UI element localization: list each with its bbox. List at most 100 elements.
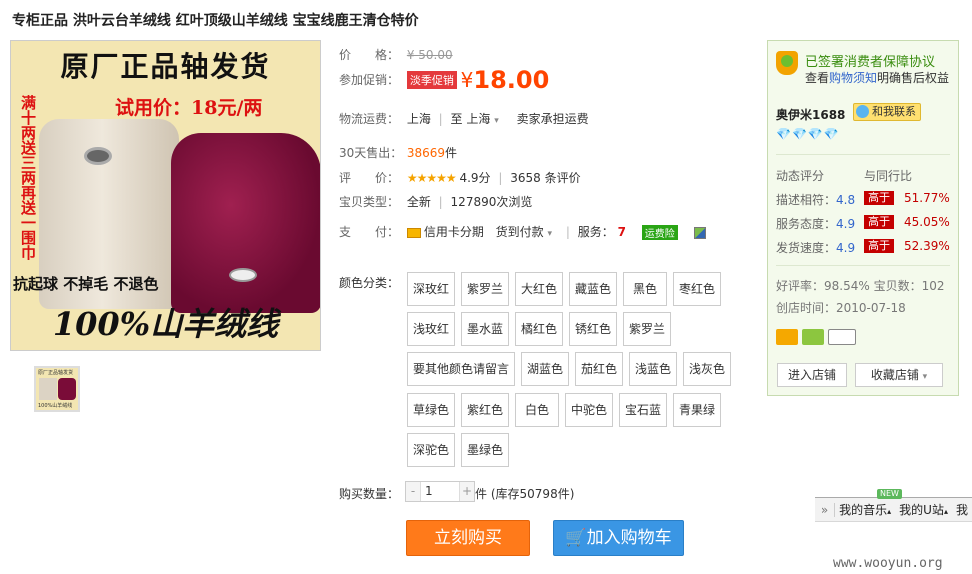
rating-row-description: 描述相符：4.8 高于 51.77% — [776, 191, 950, 207]
sales-count: 38669 — [406, 146, 446, 160]
buy-now-button[interactable]: 立刻购买 — [406, 520, 530, 556]
original-price: ¥ 50.00 — [406, 48, 453, 62]
rating-label: 评 价： — [339, 171, 400, 185]
color-option[interactable]: 茄红色 — [575, 352, 623, 386]
promo-label: 参加促销： — [339, 72, 400, 87]
seller-badges — [776, 329, 856, 345]
color-option[interactable]: 深驼色 — [407, 433, 455, 467]
views-count: 127890次浏览 — [450, 195, 533, 209]
price-row: 价 格： ¥ 50.00 — [339, 46, 453, 63]
cart-icon: 🛒 — [565, 528, 587, 548]
guarantee-sub: 查看购物须知明确售后权益 — [805, 71, 950, 85]
chevron-down-icon: ▾ — [494, 116, 499, 126]
quantity-label: 购买数量： — [339, 487, 400, 501]
shipping-from: 上海 — [406, 112, 431, 126]
stock-info: 件 (库存50798件) — [475, 485, 574, 502]
color-option[interactable]: 要其他颜色请留言 — [407, 352, 515, 386]
installment-option[interactable]: 信用卡分期 — [424, 225, 484, 239]
rating-stars: ★★★★★ — [406, 171, 457, 185]
color-option[interactable]: 宝石蓝 — [619, 393, 667, 427]
color-option[interactable]: 湖蓝色 — [521, 352, 569, 386]
watermark: www.wooyun.org — [833, 556, 943, 571]
color-option[interactable]: 深玫红 — [407, 272, 455, 306]
color-option[interactable]: 紫罗兰 — [461, 272, 509, 306]
product-main-image[interactable]: 原厂正品轴发货 满十两送三两再送一围巾 试用价：18元/两 抗起球 不掉毛 不退… — [10, 40, 321, 351]
shipping-to-select[interactable]: 上海 ▾ — [466, 112, 498, 126]
color-option[interactable]: 黑色 — [623, 272, 667, 306]
color-option[interactable]: 青果绿 — [673, 393, 721, 427]
color-option[interactable]: 墨绿色 — [461, 433, 509, 467]
contact-seller-button[interactable]: 和我联系 — [853, 103, 921, 121]
color-option[interactable]: 枣红色 — [673, 272, 721, 306]
rating-header: 动态评分 与同行比 — [776, 169, 913, 183]
price-label: 价 格： — [339, 48, 400, 62]
praise-rate: 好评率：98.54% 宝贝数：102 — [776, 279, 945, 293]
color-option[interactable]: 草绿色 — [407, 393, 455, 427]
rating-count-link[interactable]: 3658 条评价 — [510, 171, 580, 185]
new-badge: NEW — [877, 489, 902, 499]
bottom-toolbar: » NEW 我的音乐▴ 我的U站▴ 我 — [815, 489, 972, 522]
color-option[interactable]: 橘红色 — [515, 312, 563, 346]
enter-shop-button[interactable]: 进入店铺 — [777, 363, 847, 387]
my-u-menu[interactable]: 我的U站▴ — [895, 501, 952, 518]
image-side-text: 满十两送三两再送一围巾 — [19, 95, 37, 260]
shipping-to-prefix: 至 — [450, 112, 463, 126]
rating-row: 评 价： ★★★★★ 4.9分 | 3658 条评价 — [339, 171, 581, 185]
my-music-menu[interactable]: 我的音乐▴ — [835, 501, 895, 518]
credit-card-icon — [406, 227, 421, 238]
rating-score: 4.9分 — [459, 171, 491, 185]
promo-yen: ¥ — [460, 68, 474, 92]
color-option[interactable]: 白色 — [515, 393, 559, 427]
sales-label: 30天售出： — [339, 146, 403, 160]
shipping-insurance-badge[interactable]: 运费险 — [641, 225, 678, 240]
color-option[interactable]: 中驼色 — [565, 393, 613, 427]
consumer-guarantee-icon — [776, 51, 798, 75]
color-option[interactable]: 浅灰色 — [683, 352, 731, 386]
quantity-minus-button[interactable]: - — [406, 482, 420, 501]
seller-name[interactable]: 奥伊米1688 — [776, 106, 845, 123]
gift-icon — [802, 329, 824, 345]
favorite-shop-button[interactable]: 收藏店铺 ▾ — [855, 363, 943, 387]
quantity-input[interactable]: 1 — [420, 482, 460, 501]
product-thumbnail[interactable]: 原厂正品轴发货 100%山羊绒线 — [34, 366, 80, 412]
chevron-down-icon: ▾ — [922, 372, 928, 382]
color-option[interactable]: 大红色 — [515, 272, 563, 306]
thumb-bottom-text: 100%山羊绒线 — [38, 403, 73, 409]
color-label: 颜色分类： — [339, 276, 400, 290]
shop-created: 创店时间：2010-07-18 — [776, 301, 906, 315]
image-bottom-text: 100%山羊绒线 — [52, 305, 279, 343]
certificate-icon — [828, 329, 856, 345]
seller-panel: 已签署消费者保障协议 查看购物须知明确售后权益 奥伊米1688 和我联系 💎💎💎… — [767, 40, 959, 396]
color-option[interactable]: 紫罗兰 — [623, 312, 671, 346]
quantity-plus-button[interactable]: + — [460, 482, 474, 501]
sales-unit: 件 — [445, 146, 458, 160]
color-option[interactable]: 紫红色 — [461, 393, 509, 427]
my-more-menu[interactable]: 我 — [952, 501, 972, 518]
cod-option[interactable]: 货到付款 ▾ — [496, 225, 552, 239]
shipping-note: 卖家承担运费 — [516, 112, 589, 126]
color-option[interactable]: 藏蓝色 — [569, 272, 617, 306]
guarantee-title: 已签署消费者保障协议 — [805, 55, 936, 70]
service-box-icon[interactable] — [693, 226, 706, 239]
type-value: 全新 — [406, 195, 431, 209]
quantity-stepper: - 1 + — [405, 481, 475, 502]
sales-row: 30天售出： 38669件 — [339, 144, 457, 161]
color-option[interactable]: 锈红色 — [569, 312, 617, 346]
image-headline: 原厂正品轴发货 — [60, 50, 271, 83]
shopping-notice-link[interactable]: 购物须知 — [829, 71, 877, 85]
payment-label: 支 付： — [339, 225, 400, 239]
color-option[interactable]: 浅玫红 — [407, 312, 455, 346]
thumb-top-text: 原厂正品轴发货 — [38, 370, 74, 376]
promo-price: 18.00 — [473, 66, 550, 94]
add-to-cart-button[interactable]: 🛒加入购物车 — [553, 520, 684, 556]
shipping-row: 物流运费： 上海 | 至 上海 ▾ 卖家承担运费 — [339, 112, 589, 126]
color-option[interactable]: 墨水蓝 — [461, 312, 509, 346]
rating-row-service: 服务态度：4.9 高于 45.05% — [776, 215, 950, 231]
collapse-toolbar-button[interactable]: » — [815, 502, 836, 517]
rating-row-delivery: 发货速度：4.9 高于 52.39% — [776, 239, 950, 255]
image-price-tag: 试用价：18元/两 — [115, 97, 263, 119]
credit-card-icon — [776, 329, 798, 345]
seven-day-return-icon[interactable]: 7 — [618, 225, 626, 239]
type-label: 宝贝类型： — [339, 195, 400, 209]
color-option[interactable]: 浅蓝色 — [629, 352, 677, 386]
